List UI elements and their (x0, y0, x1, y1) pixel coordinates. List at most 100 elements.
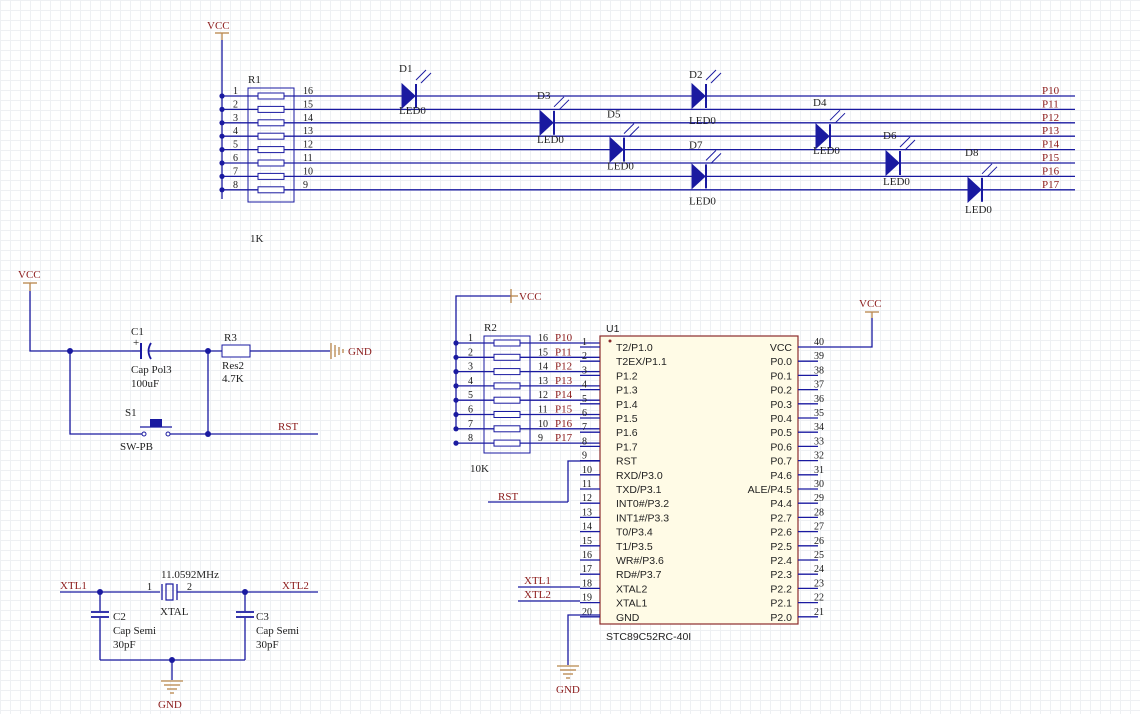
u1-pin-name: INT0#/P3.2 (616, 498, 669, 510)
c2-designator: C2 (113, 611, 126, 623)
led-triangle (885, 149, 900, 177)
led-d3: D3 LED0 (537, 90, 570, 146)
capacitor-c1: + C1 Cap Pol3 100uF (131, 326, 172, 390)
vcc-label: VCC (859, 298, 882, 310)
u1-pin-name: P0.5 (770, 427, 792, 439)
led-net-label: P17 (1042, 179, 1060, 191)
led-designator: D2 (689, 69, 702, 81)
u1-pin-number: 10 (582, 465, 592, 476)
junction-dot (219, 106, 225, 112)
r2-net-label: P14 (555, 389, 573, 401)
u1-pin-number: 24 (814, 564, 824, 575)
u1-pin-number: 18 (582, 578, 592, 589)
u1-pin-number: 15 (582, 536, 592, 547)
c2-value: 30pF (113, 639, 136, 651)
r3-value: 4.7K (222, 373, 244, 385)
led-ray (986, 166, 998, 178)
r2-element (493, 439, 521, 447)
r1-element (257, 119, 285, 127)
r2-pin-right: 15 (538, 347, 548, 358)
r1-pin-left: 8 (233, 180, 238, 191)
u1-pin-number: 25 (814, 550, 824, 561)
u1-pin-name: P2.7 (770, 512, 792, 524)
r2-pin-right: 12 (538, 390, 548, 401)
u1-pin-number: 20 (582, 607, 592, 618)
u1-pin-number: 4 (582, 380, 587, 391)
led-value: LED0 (965, 204, 992, 216)
led-designator: D4 (813, 97, 827, 109)
junction-dot (219, 173, 225, 179)
r2-net-label: P11 (555, 346, 572, 358)
vcc-port-mcu: VCC (859, 298, 882, 318)
r2-pin-right: 14 (538, 362, 548, 373)
c3-comment: Cap Semi (256, 625, 299, 637)
u1-pin-number: 1 (582, 337, 587, 348)
c1-value: 100uF (131, 378, 159, 390)
u1-pin-number: 12 (582, 493, 592, 504)
r2-pin-left: 6 (468, 405, 473, 416)
u1-designator: U1 (606, 323, 620, 335)
u1-pin-number: 29 (814, 493, 824, 504)
junction-dot (219, 187, 225, 193)
u1-pin-number: 8 (582, 436, 587, 447)
u1-pin-number: 3 (582, 365, 587, 376)
u1-pin-number: 27 (814, 522, 824, 533)
led-designator: D5 (607, 109, 621, 121)
xtl2-net-label: XTL2 (282, 580, 309, 592)
u1-pin-name: P1.7 (616, 441, 638, 453)
led-net-label: P10 (1042, 85, 1060, 97)
r1-element (257, 172, 285, 180)
u1-pin-number: 26 (814, 536, 824, 547)
u1-pin-name: P0.7 (770, 456, 792, 468)
u1-pin-name: ALE/P4.5 (748, 484, 793, 496)
crystal-value: 11.0592MHz (161, 569, 219, 581)
led-net-label: P14 (1042, 139, 1060, 151)
u1-pin-name: P1.4 (616, 399, 638, 411)
u1-pin-number: 14 (582, 522, 592, 533)
u1-pin-name: P1.6 (616, 427, 638, 439)
u1-pin-name: T0/P3.4 (616, 527, 653, 539)
vcc-mcu-wire (818, 318, 873, 348)
u1-pin-number: 34 (814, 422, 824, 433)
vcc-port-r2: VCC (510, 289, 542, 303)
led-net-label: P11 (1042, 98, 1059, 110)
u1-pin-name: P2.0 (770, 612, 792, 624)
s1-designator: S1 (125, 407, 137, 419)
u1-pin-number: 9 (582, 451, 587, 462)
junction-dot (453, 383, 459, 389)
led-d6: D6 LED0 (883, 130, 916, 188)
led-value: LED0 (399, 105, 426, 117)
crystal-xtal: 11.0592MHz 1 2 XTAL (147, 569, 219, 618)
r1-designator: R1 (248, 74, 261, 86)
r2-net-label: P12 (555, 361, 572, 373)
led-ray (834, 112, 846, 124)
r2-element (493, 411, 521, 418)
r1-element (257, 92, 285, 100)
rst-net-label: RST (278, 421, 298, 433)
led-ray (899, 136, 911, 148)
u1-pin-number: 36 (814, 394, 824, 405)
led-ray (705, 150, 717, 161)
led-designator: D3 (537, 90, 551, 102)
r1-pin-left: 5 (233, 140, 238, 151)
r3-designator: R3 (224, 332, 237, 344)
u1-pin-number: 32 (814, 451, 824, 462)
u1-pin-name: P0.6 (770, 441, 792, 453)
led-net-label: P12 (1042, 112, 1059, 124)
u1-pin-number: 13 (582, 507, 592, 518)
gnd-port-mcu: GND (556, 665, 580, 696)
u1-pin-name: P2.1 (770, 598, 792, 610)
u1-pin-number: 33 (814, 436, 824, 447)
r1-element (257, 159, 285, 167)
led-designator: D7 (689, 139, 703, 151)
r2-element (493, 425, 521, 433)
junction-dot (453, 369, 459, 375)
gnd-port-osc: GND (158, 680, 183, 711)
reset-vcc-wire (29, 291, 132, 352)
gnd-label: GND (348, 346, 372, 358)
u1-pin-number: 21 (814, 607, 824, 618)
r2-pin-right: 11 (538, 405, 548, 416)
r1-pin-left: 7 (233, 166, 238, 177)
u1-pin-number: 30 (814, 479, 824, 490)
c1-designator: C1 (131, 326, 144, 338)
